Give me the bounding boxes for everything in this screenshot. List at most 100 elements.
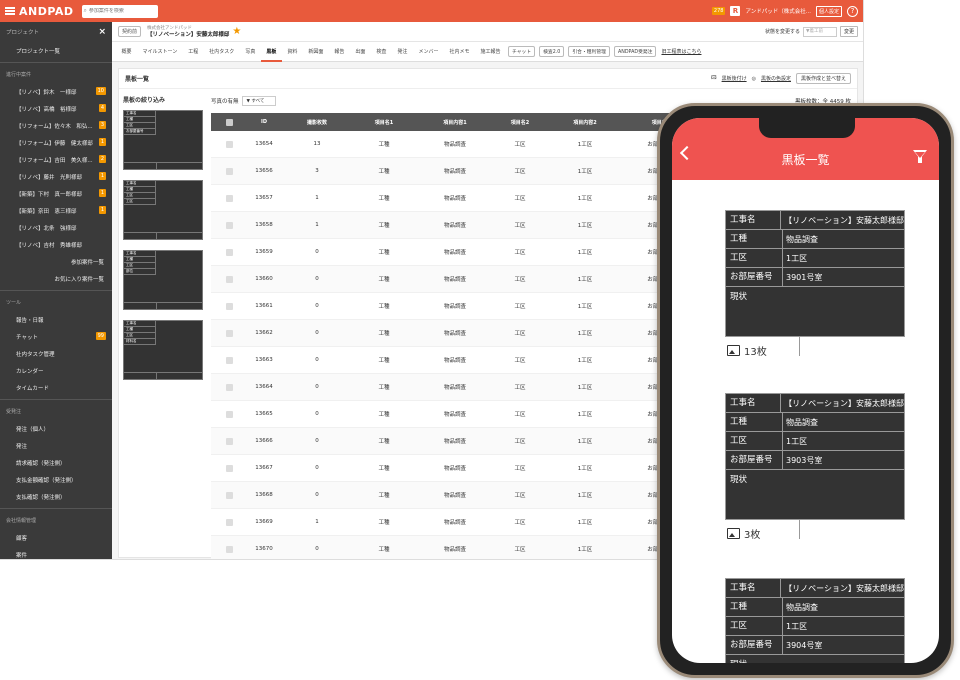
tab-item[interactable]: 社内タスク xyxy=(204,42,240,62)
sidebar-item-order[interactable]: 支払確認（発注側） xyxy=(0,488,112,505)
tab-button[interactable]: ANDPAD受発注 xyxy=(613,46,657,57)
batch-attach-link[interactable]: 黒板後付け xyxy=(722,75,747,82)
tab-item[interactable]: 新図面 xyxy=(303,42,329,62)
board-value: 物品調査 xyxy=(786,418,818,427)
menu-icon[interactable] xyxy=(5,7,15,15)
column-header[interactable]: 項目名1 xyxy=(353,119,415,126)
sidebar-item-tool[interactable]: 報告・日報 xyxy=(0,311,112,328)
sidebar-item-tool[interactable]: 社内タスク管理 xyxy=(0,345,112,362)
row-checkbox[interactable] xyxy=(225,491,233,499)
mini-board-thumbnail[interactable]: 工事名 工種 工区 お部屋番号 xyxy=(123,110,203,170)
sidebar-item-project[interactable]: 【リノベ】高橋 裕様邸 4 xyxy=(0,100,112,117)
search-box[interactable]: ⌕ xyxy=(81,4,158,18)
mobile-blackboard[interactable]: 工事名 【リノベーション】安藤太郎様邸 工種 物品調査 工区 1工区 お部屋番号 3903号室… xyxy=(725,393,905,539)
row-checkbox[interactable] xyxy=(225,329,233,337)
tab-button[interactable]: 検査2.0 xyxy=(539,46,565,57)
column-header[interactable]: 項目内容1 xyxy=(415,119,495,126)
notification-badge[interactable]: 278 xyxy=(711,7,726,15)
row-checkbox[interactable] xyxy=(225,545,233,553)
row-checkbox[interactable] xyxy=(225,356,233,364)
row-checkbox[interactable] xyxy=(225,410,233,418)
create-sort-button[interactable]: 黒板作成と並べ替え xyxy=(795,73,851,84)
row-checkbox[interactable] xyxy=(225,383,233,391)
company-name[interactable]: アンドパッド（株式会社... xyxy=(745,7,811,15)
tab-item[interactable]: 施工報告 xyxy=(475,42,506,62)
mini-board-thumbnail[interactable]: 工事名 工種 工区 部位 xyxy=(123,250,203,310)
tab-item[interactable]: 資料 xyxy=(282,42,303,62)
row-checkbox[interactable] xyxy=(225,464,233,472)
sidebar-item-project[interactable]: 【リノベ】鈴木 一様邸 10 xyxy=(0,83,112,100)
row-checkbox[interactable] xyxy=(225,302,233,310)
table-cell: 13667 xyxy=(255,465,273,471)
change-button[interactable]: 変更 xyxy=(839,26,858,37)
select-all-checkbox[interactable] xyxy=(225,118,233,126)
tab-item[interactable]: 発注 xyxy=(392,42,413,62)
row-checkbox[interactable] xyxy=(225,221,233,229)
help-icon[interactable]: ? xyxy=(847,5,858,17)
logo[interactable]: ANDPAD xyxy=(19,5,74,18)
sidebar-item-order[interactable]: 支払金額確認（発注側） xyxy=(0,471,112,488)
sidebar-item-favorite-projects[interactable]: お気に入り案件一覧 xyxy=(0,270,112,287)
sidebar-item-project[interactable]: 【リノベ】吉村 秀雄様邸 xyxy=(0,236,112,253)
personal-settings-button[interactable]: 個人設定 xyxy=(815,5,842,17)
column-header[interactable]: 項目内容2 xyxy=(545,119,625,126)
mini-board-thumbnail[interactable]: 工事名 工種 工区 工区 xyxy=(123,180,203,240)
sidebar-item-project[interactable]: 【リフォーム】佐々木 和弘... 3 xyxy=(0,117,112,134)
tab-item[interactable]: 社内メモ xyxy=(444,42,475,62)
sidebar-item-project[interactable]: 【リノベ】藤井 光則様邸 1 xyxy=(0,168,112,185)
contract-status-button[interactable]: 契約前 xyxy=(118,26,142,37)
sidebar-item-order[interactable]: 発注 xyxy=(0,437,112,454)
sidebar-item-project-list[interactable]: プロジェクト一覧 xyxy=(0,42,112,59)
tab-item[interactable]: 概要 xyxy=(116,42,137,62)
sidebar-item-company[interactable]: 案件 xyxy=(0,546,112,559)
column-header[interactable]: 撮影枚数 xyxy=(281,119,353,126)
tab-item[interactable]: 報告 xyxy=(329,42,350,62)
sidebar-item-order[interactable]: 請求確認（発注側） xyxy=(0,454,112,471)
sidebar-item-joined-projects[interactable]: 参加案件一覧 xyxy=(0,253,112,270)
column-header[interactable]: ID xyxy=(247,119,281,125)
row-checkbox[interactable] xyxy=(225,437,233,445)
row-checkbox[interactable] xyxy=(225,140,233,148)
photo-count[interactable]: 3枚 xyxy=(727,526,760,541)
sidebar-item-tool[interactable]: チャット 99 xyxy=(0,328,112,345)
row-checkbox[interactable] xyxy=(225,518,233,526)
sidebar-item-project[interactable]: 【新築】奈田 恵三様邸 1 xyxy=(0,202,112,219)
sidebar-item-order[interactable]: 発注（個人） xyxy=(0,420,112,437)
mobile-blackboard[interactable]: 工事名 【リノベーション】安藤太郎様邸 工種 物品調査 工区 1工区 お部屋番号 3901号室… xyxy=(725,210,905,356)
column-header[interactable]: 項目名2 xyxy=(495,119,545,126)
row-checkbox[interactable] xyxy=(225,194,233,202)
tab-item[interactable]: 写真 xyxy=(240,42,261,62)
sidebar-item-project[interactable]: 【リフォーム】吉田 美久様... 2 xyxy=(0,151,112,168)
sidebar-item-tool[interactable]: タイムカード xyxy=(0,379,112,396)
row-checkbox[interactable] xyxy=(225,248,233,256)
tab-item[interactable]: メンバー xyxy=(413,42,444,62)
tab-item[interactable]: 黒板 xyxy=(260,42,282,62)
sidebar-item-company[interactable]: 顧客 xyxy=(0,529,112,546)
row-checkbox[interactable] xyxy=(225,275,233,283)
sidebar-item-project[interactable]: 【リフォーム】伊藤 健太様邸 1 xyxy=(0,134,112,151)
table-cell: 1工区 xyxy=(577,196,593,202)
status-select[interactable]: ▼着工前 xyxy=(802,26,837,37)
tab-item[interactable]: 検査 xyxy=(371,42,392,62)
tab-item[interactable]: 工程 xyxy=(183,42,204,62)
row-checkbox[interactable] xyxy=(225,167,233,175)
tab-button[interactable]: 引合・粗利管理 xyxy=(568,46,610,57)
sidebar-item-project[interactable]: 【リノベ】北条 強様邸 xyxy=(0,219,112,236)
star-icon[interactable]: ★ xyxy=(232,26,241,37)
mini-board-thumbnail[interactable]: 工事名 工種 工区 材料名 xyxy=(123,320,203,380)
sidebar-item-tool[interactable]: カレンダー xyxy=(0,362,112,379)
sidebar-item-project[interactable]: 【新築】下村 真一郎様邸 1 xyxy=(0,185,112,202)
photo-filter: 写真の有無 ▼ すべて xyxy=(211,96,276,106)
color-settings-link[interactable]: 黒板の色設定 xyxy=(761,75,791,82)
mobile-blackboard[interactable]: 工事名 【リノベーション】安藤太郎様邸 工種 物品調査 工区 1工区 お部屋番号 3904号室… xyxy=(725,578,905,663)
old-schedule-link[interactable]: 旧工程表はこちら xyxy=(661,48,701,55)
photo-count[interactable]: 13枚 xyxy=(727,343,767,358)
tab-item[interactable]: マイルストーン xyxy=(137,42,183,62)
table-cell: 物品調査 xyxy=(443,412,466,418)
table-cell: 1 xyxy=(315,222,319,228)
tab-item[interactable]: 出面 xyxy=(350,42,371,62)
close-icon[interactable]: × xyxy=(98,27,106,37)
search-input[interactable] xyxy=(88,8,149,14)
photo-filter-select[interactable]: ▼ すべて xyxy=(241,96,276,106)
tab-button[interactable]: チャット xyxy=(507,46,536,57)
